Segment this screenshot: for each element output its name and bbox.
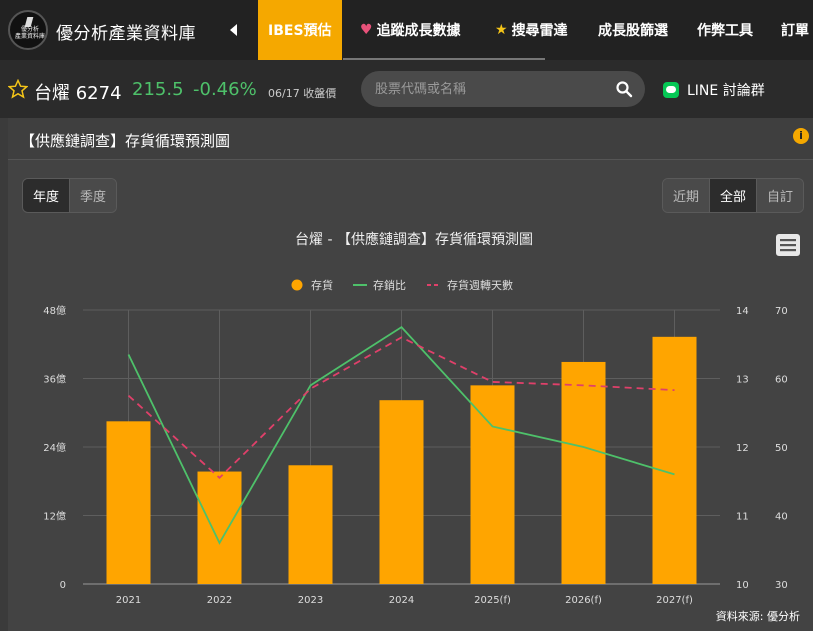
y-right-outer-tick-label: 60 xyxy=(775,375,788,386)
y-right-inner-tick-label: 14 xyxy=(736,306,749,317)
x-tick-label: 2023 xyxy=(298,595,323,606)
inventory-bar xyxy=(652,336,697,584)
x-tick-label: 2024 xyxy=(389,595,414,606)
legend-label: 存銷比 xyxy=(373,278,406,292)
y-right-outer-tick-label: 30 xyxy=(775,580,788,591)
x-tick-label: 2027(f) xyxy=(656,595,693,606)
y-left-tick-label: 24億 xyxy=(43,441,66,454)
y-right-outer-tick-label: 40 xyxy=(775,512,788,523)
y-left-tick-label: 0 xyxy=(60,580,66,591)
inventory-cycle-chart: 台燿 - 【供應鏈調查】存貨循環預測圖 存貨 存銷比 存貨週轉天數 0 10 30 12億… xyxy=(43,231,800,623)
x-tick-label: 2021 xyxy=(116,595,141,606)
inventory-bar xyxy=(379,400,424,584)
y-left-tick-label: 48億 xyxy=(43,304,66,317)
chart-title: 台燿 - 【供應鏈調查】存貨循環預測圖 xyxy=(295,231,533,248)
y-right-inner-tick-label: 13 xyxy=(736,375,749,386)
y-right-outer-tick-label: 50 xyxy=(775,443,788,454)
y-right-inner-tick-label: 10 xyxy=(736,580,749,591)
inventory-bar xyxy=(197,471,242,584)
menu-icon[interactable] xyxy=(776,234,800,256)
legend-marker-inventory xyxy=(291,279,303,291)
y-left-tick-label: 12億 xyxy=(43,510,66,523)
x-tick-label: 2026(f) xyxy=(565,595,602,606)
y-right-outer-tick-label: 70 xyxy=(775,306,788,317)
chart-legend: 存貨 存銷比 存貨週轉天數 xyxy=(291,278,513,292)
y-right-inner-tick-label: 11 xyxy=(736,512,749,523)
y-right-inner-tick-label: 12 xyxy=(736,443,749,454)
y-left-tick-label: 36億 xyxy=(43,373,66,386)
inventory-bar xyxy=(106,421,151,584)
x-tick-label: 2022 xyxy=(207,595,232,606)
legend-label: 存貨週轉天數 xyxy=(447,278,513,292)
inventory-bar xyxy=(561,361,606,584)
inventory-bar xyxy=(288,465,333,584)
inventory-bar xyxy=(470,385,515,584)
legend-label: 存貨 xyxy=(311,278,333,292)
x-tick-label: 2025(f) xyxy=(474,595,511,606)
chart-source: 資料來源: 優分析 xyxy=(716,609,800,623)
